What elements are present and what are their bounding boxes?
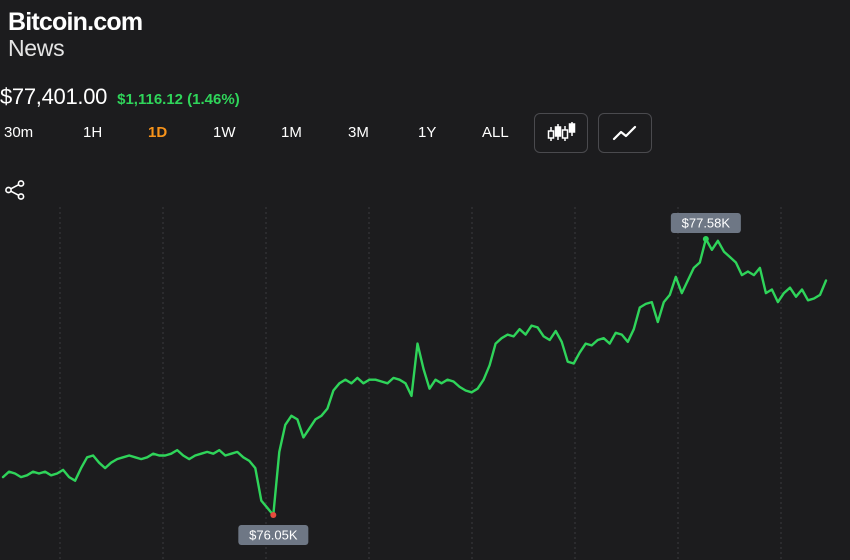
tab-3m[interactable]: 3M [348, 124, 369, 141]
tab-1d[interactable]: 1D [148, 124, 167, 141]
low-marker-label: $76.05K [249, 528, 298, 543]
line-chart-button[interactable] [598, 113, 652, 153]
price-change: $1,116.12 (1.46%) [117, 91, 240, 108]
low-marker-dot [270, 512, 277, 518]
tab-1y[interactable]: 1Y [418, 124, 436, 141]
chart-markers: $77.58K $76.05K [238, 213, 741, 545]
candlestick-button[interactable] [534, 113, 588, 153]
tab-1m[interactable]: 1M [281, 124, 302, 141]
tab-1w[interactable]: 1W [213, 124, 236, 141]
price-chart: $77.58K $76.05K [1, 207, 828, 560]
tab-30m[interactable]: 30m [4, 124, 33, 141]
tab-all[interactable]: ALL [482, 124, 509, 141]
current-price: $77,401.00 [0, 84, 108, 109]
line-chart-icon [612, 125, 637, 141]
high-marker-label: $77.58K [682, 216, 731, 231]
logo-sub: News [8, 35, 65, 61]
high-marker-dot [702, 236, 709, 242]
price-row: $77,401.00 $1,116.12 (1.46%) [0, 84, 240, 110]
price-line [1, 237, 828, 517]
chart-grid [59, 207, 782, 560]
logo: Bitcoin.com News [8, 8, 143, 61]
logo-brand: Bitcoin.com [8, 8, 143, 36]
timeframe-selector: 30m 1H 1D 1W 1M 3M 1Y ALL [0, 116, 850, 156]
candlestick-icon [547, 122, 576, 141]
tab-1h[interactable]: 1H [83, 124, 102, 141]
